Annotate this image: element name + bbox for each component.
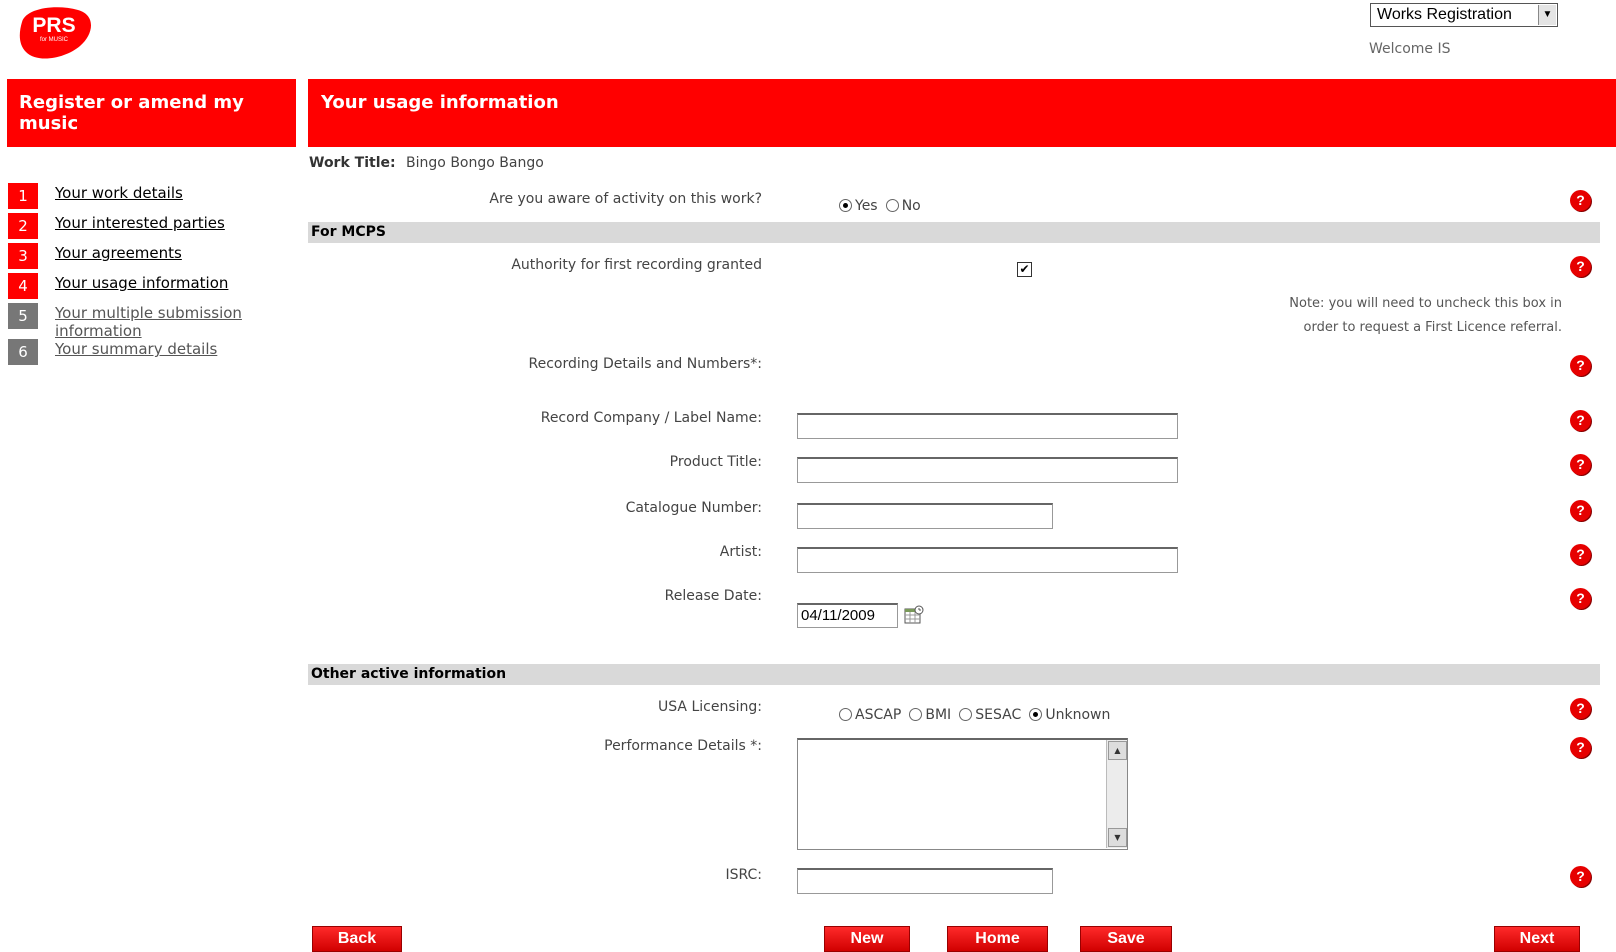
help-icon[interactable]: ?	[1570, 588, 1591, 609]
usa-bmi-radio[interactable]	[909, 708, 923, 721]
help-icon[interactable]: ?	[1570, 737, 1591, 758]
step-number: 6	[8, 339, 38, 365]
step-usage-information[interactable]: 4 Your usage information	[8, 273, 298, 299]
catalogue-label: Catalogue Number:	[625, 500, 762, 516]
activity-question: Are you aware of activity on this work?	[489, 191, 762, 207]
usa-ascap-label: ASCAP	[855, 706, 902, 723]
step-link[interactable]: Your work details	[55, 184, 183, 202]
record-company-label: Record Company / Label Name:	[540, 410, 762, 426]
section-other-info: Other active information	[308, 664, 1600, 685]
scroll-up-icon[interactable]: ▲	[1108, 741, 1127, 760]
step-link[interactable]: Your summary details	[55, 340, 217, 358]
step-number: 2	[8, 213, 38, 239]
sidebar-title: Register or amend my music	[7, 79, 296, 147]
help-icon[interactable]: ?	[1570, 454, 1591, 475]
help-icon[interactable]: ?	[1570, 355, 1591, 376]
help-icon[interactable]: ?	[1570, 256, 1591, 277]
section-mcps: For MCPS	[308, 222, 1600, 243]
artist-label: Artist:	[719, 544, 762, 560]
step-link[interactable]: Your usage information	[55, 274, 228, 292]
usa-licensing-label: USA Licensing:	[658, 699, 762, 715]
step-summary-details[interactable]: 6 Your summary details	[8, 339, 298, 365]
page-title: Your usage information	[308, 79, 1616, 147]
release-date-label: Release Date:	[664, 588, 762, 604]
work-title-row: Work Title: Bingo Bongo Bango	[309, 155, 544, 171]
svg-text:PRS: PRS	[32, 14, 75, 37]
step-interested-parties[interactable]: 2 Your interested parties	[8, 213, 298, 239]
back-button[interactable]: Back	[312, 926, 402, 952]
work-title-value: Bingo Bongo Bango	[406, 155, 544, 171]
activity-yes-label: Yes	[855, 197, 878, 214]
help-icon[interactable]: ?	[1570, 544, 1591, 565]
note-line: Note: you will need to uncheck this box …	[1289, 296, 1562, 311]
step-number: 5	[8, 303, 38, 329]
welcome-text: Welcome IS	[1369, 41, 1451, 57]
catalogue-input[interactable]	[797, 503, 1053, 529]
isrc-input[interactable]	[797, 868, 1053, 894]
activity-no-label: No	[901, 197, 921, 214]
performance-details-textarea[interactable]	[797, 738, 1128, 850]
home-button[interactable]: Home	[947, 926, 1048, 952]
product-title-input[interactable]	[797, 457, 1178, 483]
performance-details-label: Performance Details *:	[604, 738, 762, 754]
work-title-label: Work Title:	[309, 155, 396, 171]
usa-ascap-radio[interactable]	[839, 708, 852, 721]
help-icon[interactable]: ?	[1570, 698, 1591, 719]
usa-sesac-radio[interactable]	[959, 708, 973, 721]
section-select[interactable]: Works Registration ▼	[1370, 3, 1558, 27]
prs-logo: PRS for MUSIC	[19, 7, 92, 59]
usa-bmi-label: BMI	[925, 706, 952, 723]
section-mcps-title: For MCPS	[311, 224, 386, 240]
help-icon[interactable]: ?	[1570, 410, 1591, 431]
svg-text:for MUSIC: for MUSIC	[40, 37, 69, 43]
note-line: order to request a First Licence referra…	[1303, 320, 1562, 335]
authority-note: Note: you will need to uncheck this box …	[1232, 292, 1562, 340]
artist-input[interactable]	[797, 547, 1178, 573]
isrc-label: ISRC:	[725, 867, 762, 883]
product-title-label: Product Title:	[669, 454, 762, 470]
step-agreements[interactable]: 3 Your agreements	[8, 243, 298, 269]
step-link[interactable]: Your agreements	[55, 244, 182, 262]
textarea-scrollbar[interactable]: ▲ ▼	[1106, 740, 1127, 848]
step-multiple-submission[interactable]: 5 Your multiple submission information	[8, 303, 298, 340]
step-link[interactable]: Your interested parties	[55, 214, 225, 232]
calendar-icon[interactable]	[904, 605, 924, 625]
activity-yes-radio[interactable]	[839, 199, 852, 212]
authority-checkbox[interactable]: ✔	[1017, 262, 1032, 277]
step-number: 4	[8, 273, 38, 299]
step-number: 3	[8, 243, 38, 269]
activity-radio-group: Yes No	[839, 195, 924, 214]
activity-no-radio[interactable]	[885, 199, 899, 212]
release-date-input[interactable]: 04/11/2009	[797, 603, 898, 628]
next-button[interactable]: Next	[1494, 926, 1580, 952]
authority-label: Authority for first recording granted	[511, 257, 762, 273]
step-work-details[interactable]: 1 Your work details	[8, 183, 298, 209]
usa-sesac-label: SESAC	[975, 706, 1022, 723]
section-select-value: Works Registration	[1377, 6, 1512, 23]
section-other-info-title: Other active information	[311, 666, 507, 682]
usa-unknown-radio[interactable]	[1029, 708, 1043, 721]
help-icon[interactable]: ?	[1570, 866, 1591, 887]
save-button[interactable]: Save	[1080, 926, 1172, 952]
step-link[interactable]: Your multiple submission information	[55, 304, 275, 340]
step-number: 1	[8, 183, 38, 209]
usa-licensing-radio-group: ASCAP BMI SESAC Unknown	[839, 704, 1113, 723]
new-button[interactable]: New	[824, 926, 910, 952]
chevron-down-icon[interactable]: ▼	[1538, 5, 1556, 25]
usa-unknown-label: Unknown	[1045, 706, 1111, 723]
record-company-input[interactable]	[797, 413, 1178, 439]
help-icon[interactable]: ?	[1570, 190, 1591, 211]
recording-details-label: Recording Details and Numbers*:	[528, 356, 763, 372]
help-icon[interactable]: ?	[1570, 500, 1591, 521]
scroll-down-icon[interactable]: ▼	[1108, 828, 1127, 847]
